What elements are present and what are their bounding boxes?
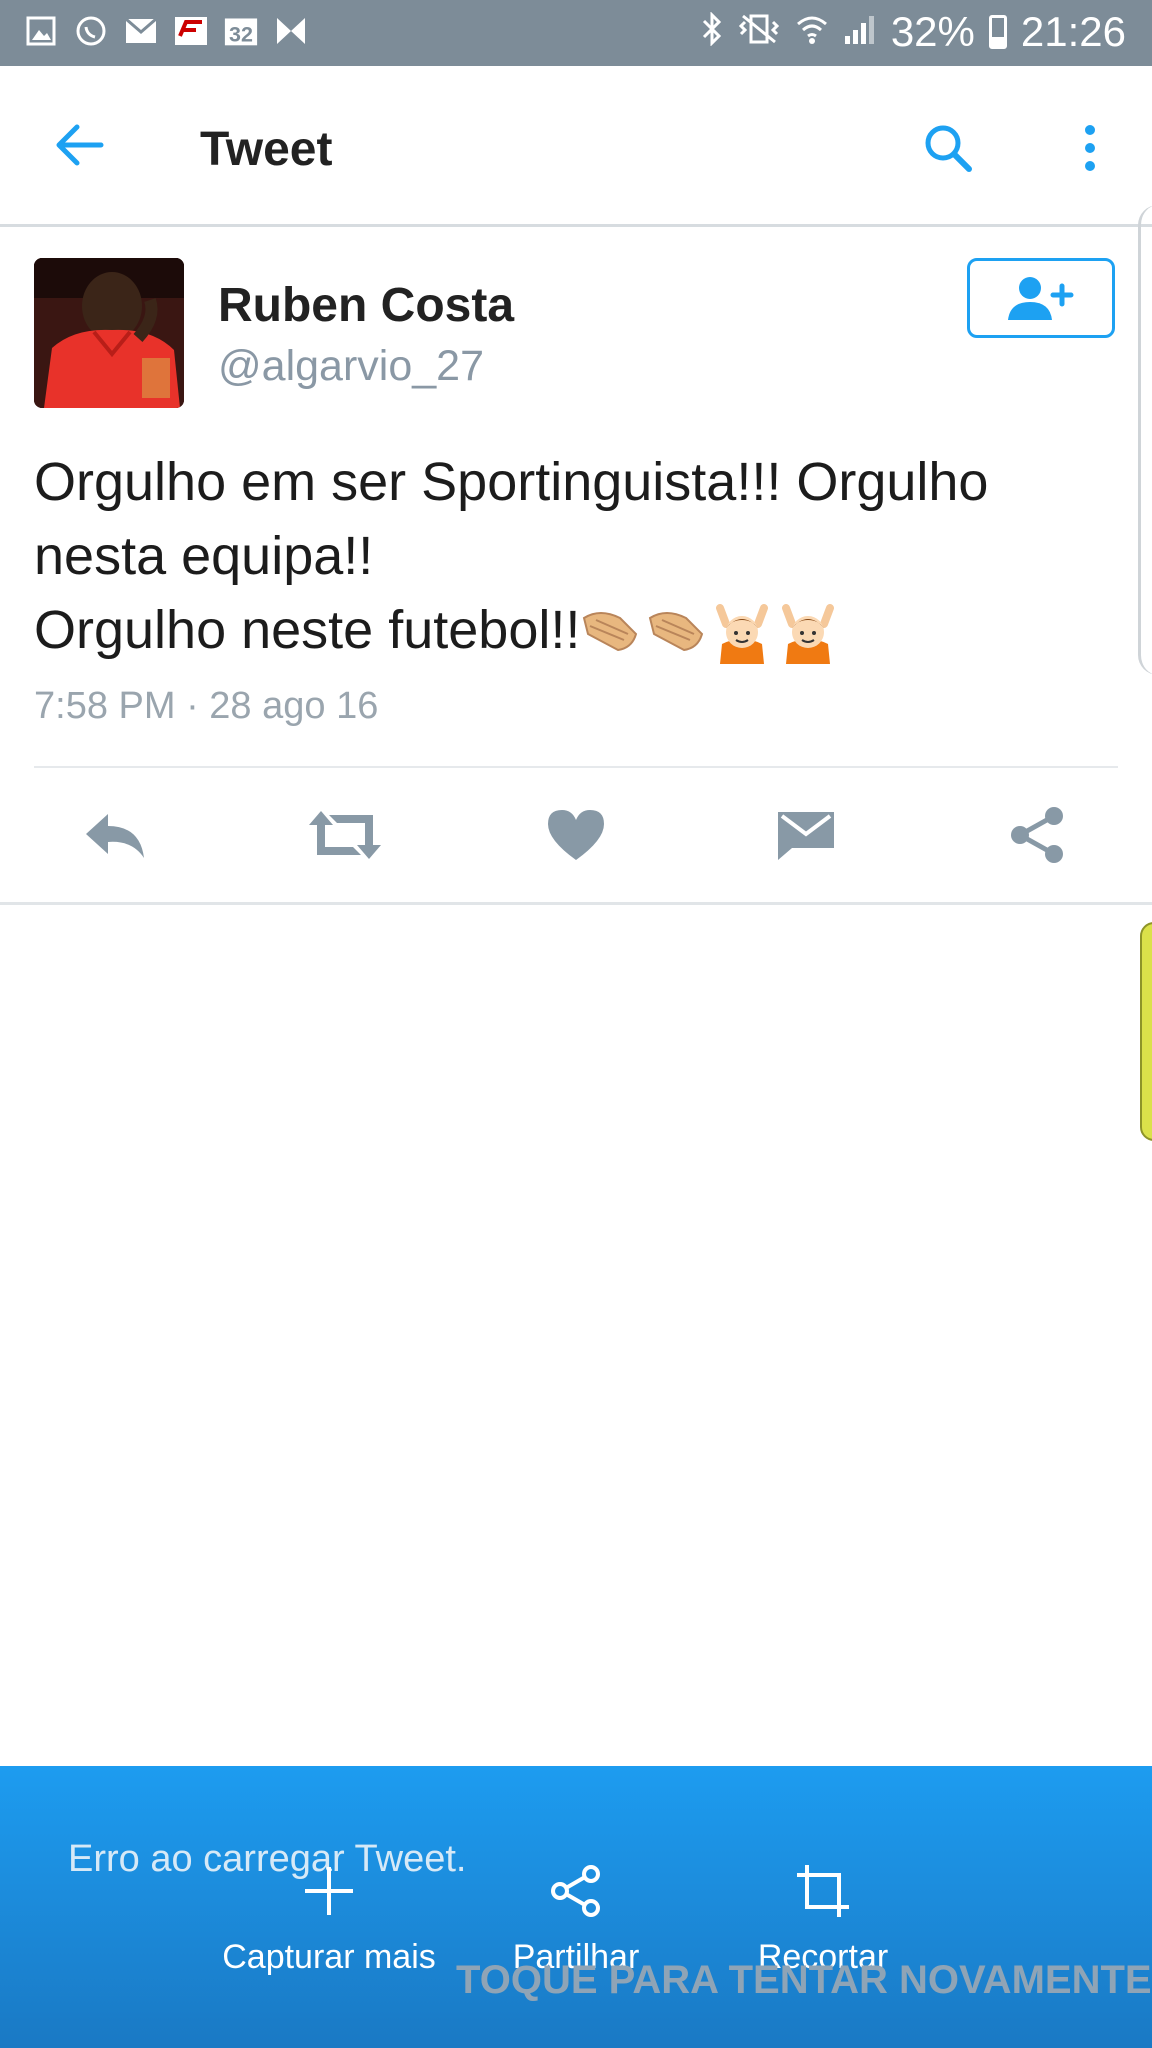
edge-panel-tab[interactable] (1140, 922, 1152, 1141)
add-user-icon (1008, 277, 1074, 320)
search-button[interactable] (908, 108, 988, 188)
like-button[interactable] (531, 790, 621, 880)
share-icon (1011, 807, 1063, 863)
battery-icon (988, 15, 1007, 49)
raising-hands-person-icon (716, 603, 769, 664)
message-button[interactable] (761, 790, 851, 880)
share-button[interactable] (992, 790, 1082, 880)
capture-more-label: Capturar mais (222, 1938, 436, 1976)
calendar-icon: 32 (224, 14, 258, 48)
f1-icon (174, 14, 208, 48)
tweet-text-line: Orgulho em ser Sportinguista!!! Orgulho (34, 452, 989, 512)
divider (34, 766, 1118, 768)
status-bar: 32 32% 21:26 (0, 0, 1152, 66)
tweet-timestamp: 7:58 PM · 28 ago 16 (34, 685, 379, 727)
notification-icons: 32 (24, 14, 308, 48)
avatar[interactable] (34, 258, 184, 408)
more-vertical-icon (1085, 125, 1095, 171)
retweet-button[interactable] (300, 790, 390, 880)
retry-button[interactable]: TOQUE PARA TENTAR NOVAMENTE (456, 1958, 1152, 2003)
clapping-hands-icon (649, 611, 704, 651)
back-button[interactable] (44, 110, 114, 180)
mail-icon (124, 14, 158, 48)
signal-icon (843, 8, 877, 56)
edge-panel-handle[interactable] (1138, 205, 1152, 675)
reply-icon (86, 814, 144, 858)
arrow-left-icon (56, 124, 104, 166)
clapping-hands-icon (583, 611, 638, 651)
divider (0, 902, 1152, 905)
author-name[interactable]: Ruben Costa (218, 278, 514, 333)
gallery-icon (24, 14, 58, 48)
avatar-photo (34, 258, 184, 408)
clock: 21:26 (1020, 8, 1126, 55)
tweet-text: Orgulho em ser Sportinguista!!! Orgulho … (34, 445, 1114, 667)
battery-percent: 32% (890, 8, 975, 55)
message-icon (778, 812, 834, 860)
system-status: 32% 21:26 (701, 8, 1126, 56)
bluetooth-icon (701, 8, 723, 56)
tweet-text-line: nesta equipa!! (34, 526, 374, 586)
tweet-text-line: Orgulho neste futebol!! (34, 593, 1114, 667)
calendar-badge: 32 (229, 23, 253, 47)
retweet-icon (309, 811, 381, 859)
capture-more-button[interactable]: Capturar mais (209, 1856, 449, 1977)
emoji-group (580, 603, 838, 664)
follow-button[interactable] (967, 258, 1115, 338)
more-options-button[interactable] (1060, 108, 1120, 188)
app-bar: Tweet (0, 66, 1152, 227)
search-icon (925, 125, 972, 172)
reply-button[interactable] (70, 790, 160, 880)
bow-icon (274, 14, 308, 48)
raising-hands-person-icon (782, 603, 835, 664)
author-handle[interactable]: @algarvio_27 (218, 342, 484, 391)
vibrate-icon (737, 8, 781, 56)
tweet-actions (0, 790, 1152, 880)
tweet-text-segment: Orgulho neste futebol!! (34, 600, 581, 660)
share-icon (541, 1856, 611, 1926)
page-title: Tweet (200, 123, 333, 176)
wifi-icon (795, 8, 829, 56)
whatsapp-icon (74, 14, 108, 48)
crop-icon (788, 1856, 858, 1926)
plus-icon (294, 1856, 364, 1926)
like-icon (548, 810, 604, 860)
